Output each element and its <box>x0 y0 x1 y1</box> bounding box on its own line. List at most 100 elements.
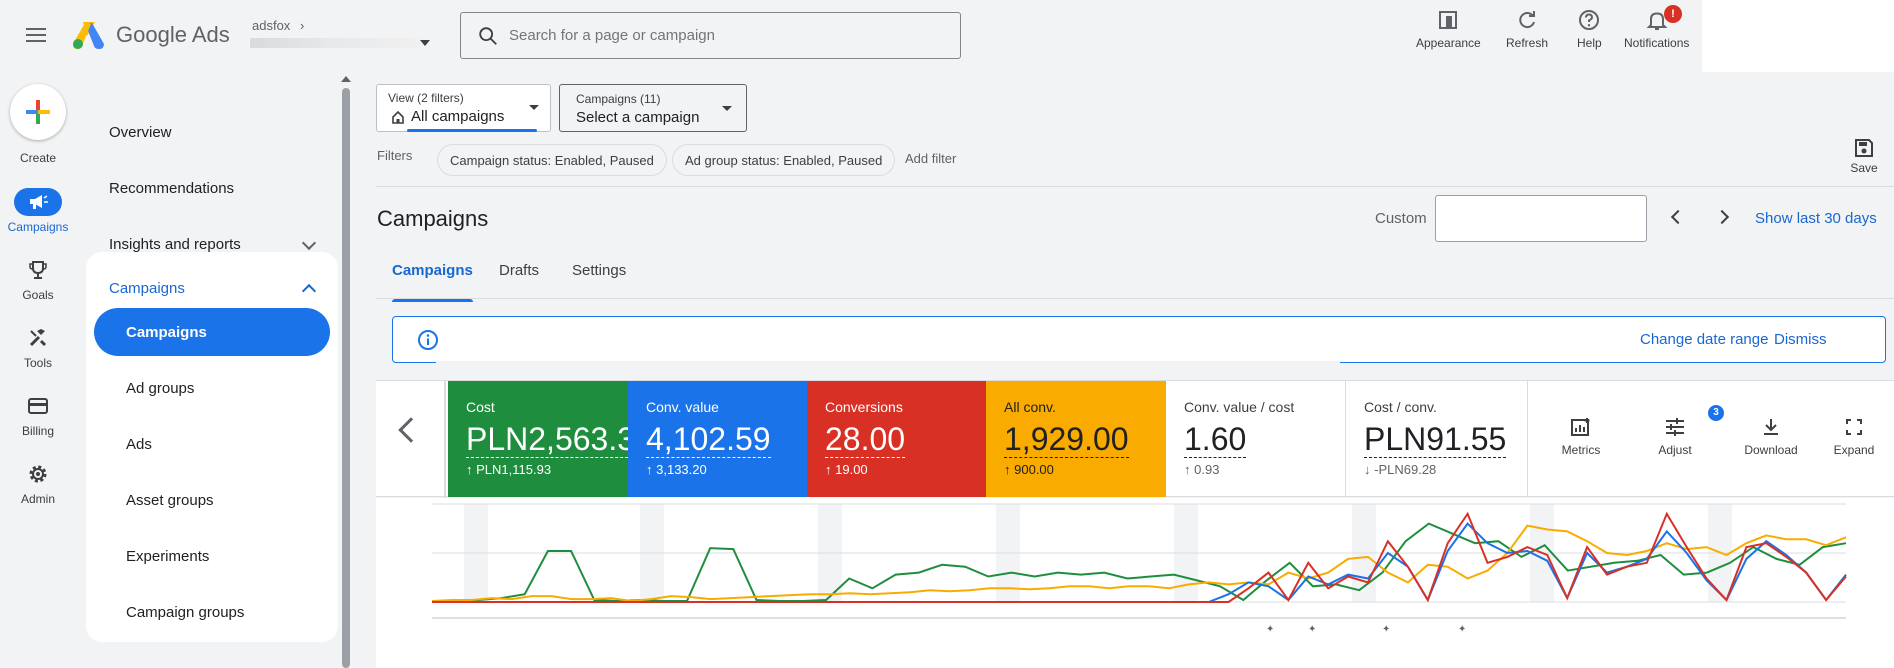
page-title: Campaigns <box>377 206 489 231</box>
account-dropdown-icon[interactable] <box>420 40 430 46</box>
campaign-selector[interactable]: Campaigns (11) Select a campaign <box>559 84 747 132</box>
adjust-label: Adjust <box>1658 443 1692 457</box>
scorecard-delta: ↑ 0.93 <box>1184 462 1345 477</box>
scorecard-delta-value: 0.93 <box>1194 462 1220 477</box>
rail-item-admin[interactable]: Admin <box>0 460 76 506</box>
card-icon <box>28 398 48 414</box>
search-icon <box>479 26 497 45</box>
help-label: Help <box>1577 36 1602 50</box>
metrics-label: Metrics <box>1561 443 1601 457</box>
rail-billing-label: Billing <box>21 424 54 438</box>
scorecard-cost-per-conv[interactable]: Cost / conv. PLN91.55 ↓ -PLN69.28 <box>1346 381 1528 497</box>
arrow-up-icon: ↑ <box>1004 462 1011 477</box>
account-switcher[interactable]: adsfox › <box>252 18 304 33</box>
adjust-button[interactable]: Adjust <box>1640 417 1710 457</box>
caret-down-icon <box>529 105 539 110</box>
scorecard-conversions[interactable]: Conversions 28.00 ↑ 19.00 <box>807 381 986 497</box>
rail-tools-label: Tools <box>23 356 52 370</box>
performance-chart-svg: ✦ ✦ ✦ ✦ <box>431 503 1847 635</box>
scorecard-delta-value: -PLN69.28 <box>1374 462 1437 477</box>
date-range-custom-label: Custom <box>1375 210 1427 227</box>
save-button[interactable]: Save <box>1846 138 1882 175</box>
scorecard-cost[interactable]: Cost PLN2,563.35 ↑ PLN1,115.93 <box>448 381 653 497</box>
nav-item-overview[interactable]: Overview <box>86 108 338 156</box>
main-menu-button[interactable] <box>24 24 48 48</box>
scorecard-title: Conv. value / cost <box>1184 399 1295 415</box>
help-button[interactable]: Help <box>1577 8 1602 50</box>
annotation-marker-icon[interactable]: ✦ <box>1382 624 1390 635</box>
nav-sub-ads[interactable]: Ads <box>94 420 330 468</box>
rail-item-billing[interactable]: Billing <box>0 392 76 438</box>
help-icon <box>1579 10 1600 30</box>
tools-icon <box>29 329 47 347</box>
app-title: Google Ads <box>116 22 230 48</box>
tab-campaigns[interactable]: Campaigns <box>392 262 473 302</box>
nav-sub-ad-groups[interactable]: Ad groups <box>94 364 330 412</box>
download-button[interactable]: Download <box>1736 417 1806 457</box>
rail-admin-label: Admin <box>20 492 55 506</box>
metrics-button[interactable]: Metrics <box>1546 417 1616 457</box>
chevron-right-icon[interactable] <box>1714 209 1730 225</box>
chevron-left-icon[interactable] <box>1670 209 1686 225</box>
arrow-up-icon: ↑ <box>825 462 832 477</box>
change-date-range-link[interactable]: Change date range <box>1640 331 1768 348</box>
scroll-up-arrow-icon[interactable] <box>341 76 351 82</box>
nav-section-campaigns[interactable]: Campaigns <box>86 264 338 312</box>
top-bar-right-panel <box>1702 0 1894 72</box>
nav-sub-campaign-groups[interactable]: Campaign groups <box>94 588 330 636</box>
rail-item-goals[interactable]: Goals <box>0 256 76 302</box>
trophy-icon <box>29 261 47 279</box>
scorecard-value: 1.60 <box>1184 421 1247 458</box>
main-content: View (2 filters) All campaigns Campaigns… <box>376 72 1894 668</box>
adjust-count-badge: 3 <box>1708 405 1724 421</box>
show-last-30-days-link[interactable]: Show last 30 days <box>1755 210 1877 227</box>
create-button[interactable] <box>10 84 66 140</box>
arrow-up-icon: ↑ <box>1184 462 1191 477</box>
annotation-marker-icon[interactable]: ✦ <box>1458 624 1466 635</box>
view-filter-selector[interactable]: View (2 filters) All campaigns <box>376 84 551 132</box>
info-icon <box>418 330 438 350</box>
tab-bar: Campaigns Drafts Settings <box>376 262 1894 302</box>
nav-scrollbar-thumb[interactable] <box>342 88 350 668</box>
save-label: Save <box>1850 161 1878 175</box>
arrow-up-icon: ↑ <box>646 462 653 477</box>
expand-button[interactable]: Expand <box>1819 417 1889 457</box>
date-range-picker[interactable] <box>1435 195 1647 242</box>
dismiss-button[interactable]: Dismiss <box>1774 331 1827 348</box>
search-input[interactable] <box>509 27 929 44</box>
nav-sub-campaigns[interactable]: Campaigns <box>94 308 330 356</box>
scorecard-conv-value[interactable]: Conv. value 4,102.59 ↑ 3,133.20 <box>628 381 807 497</box>
tab-drafts[interactable]: Drafts <box>499 262 539 302</box>
nav-sub-experiments[interactable]: Experiments <box>94 532 330 580</box>
filter-chip-ad-group-status[interactable]: Ad group status: Enabled, Paused <box>672 144 896 176</box>
refresh-button[interactable]: Refresh <box>1506 8 1548 50</box>
filter-chip-campaign-status[interactable]: Campaign status: Enabled, Paused <box>437 144 667 176</box>
appearance-label: Appearance <box>1416 36 1481 50</box>
rail-goals-label: Goals <box>22 288 54 302</box>
nav-item-recommendations[interactable]: Recommendations <box>86 164 338 212</box>
add-filter-button[interactable]: Add filter <box>905 151 956 166</box>
annotation-marker-icon[interactable]: ✦ <box>1308 624 1316 635</box>
chevron-down-icon <box>301 235 317 251</box>
scorecard-all-conv[interactable]: All conv. 1,929.00 ↑ 900.00 <box>986 381 1166 497</box>
scorecard-conv-value-per-cost[interactable]: Conv. value / cost 1.60 ↑ 0.93 <box>1166 381 1346 497</box>
campaigns-nav-card: Campaigns Campaigns Ad groups Ads Asset … <box>86 252 338 642</box>
appearance-button[interactable]: Appearance <box>1416 8 1481 50</box>
scorecard-title: Conversions <box>825 399 903 415</box>
scorecard-delta-value: 19.00 <box>835 462 868 477</box>
google-ads-logo-icon <box>73 22 104 49</box>
tab-settings[interactable]: Settings <box>572 262 626 302</box>
rail-item-tools[interactable]: Tools <box>0 324 76 370</box>
info-banner-gap <box>820 361 1340 364</box>
menu-line <box>26 40 46 42</box>
scorecard-delta-value: 3,133.20 <box>656 462 707 477</box>
chevron-left-icon[interactable] <box>398 417 424 443</box>
annotation-marker-icon[interactable]: ✦ <box>1266 624 1274 635</box>
nav-sub-asset-groups[interactable]: Asset groups <box>94 476 330 524</box>
search-box[interactable] <box>460 12 961 59</box>
refresh-label: Refresh <box>1506 36 1549 50</box>
rail-admin-icon-holder <box>14 460 62 488</box>
scorecard-value: PLN2,563.35 <box>466 421 653 458</box>
tab-divider <box>376 298 1894 299</box>
rail-item-campaigns[interactable]: Campaigns <box>0 188 76 234</box>
